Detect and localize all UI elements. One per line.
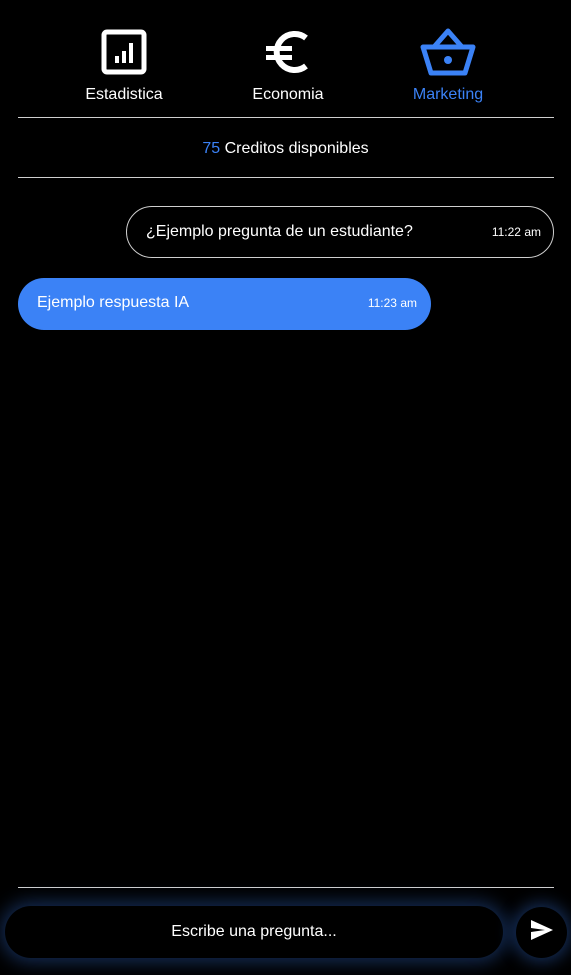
chart-icon (96, 26, 152, 78)
ai-message: Ejemplo respuesta IA 11:23 am (18, 278, 431, 330)
credits-label: Creditos disponibles (224, 140, 369, 157)
tab-marketing[interactable]: Marketing (368, 22, 528, 112)
message-time: 11:22 am (491, 225, 541, 239)
message-text: ¿Ejemplo pregunta de un estudiante? (146, 223, 413, 240)
send-icon (529, 918, 555, 947)
euro-icon (260, 26, 316, 78)
message-time: 11:23 am (367, 296, 417, 310)
divider (18, 117, 554, 118)
tab-label: Estadistica (85, 86, 163, 103)
credits-count: 75 (202, 140, 221, 157)
message-text: Ejemplo respuesta IA (37, 294, 190, 311)
user-message: ¿Ejemplo pregunta de un estudiante? 11:2… (126, 206, 554, 258)
tab-label: Marketing (412, 86, 484, 103)
send-button[interactable] (516, 907, 567, 958)
tab-estadistica[interactable]: Estadistica (44, 22, 204, 112)
divider (18, 177, 554, 178)
basket-icon (420, 26, 476, 78)
tab-economia[interactable]: Economia (208, 22, 368, 112)
divider (18, 887, 554, 888)
subject-tabs: Estadistica Economia Marketing (0, 0, 571, 117)
question-input[interactable] (5, 906, 503, 958)
tab-label: Economia (252, 86, 324, 103)
credits-indicator: 75 Creditos disponibles (0, 140, 571, 158)
